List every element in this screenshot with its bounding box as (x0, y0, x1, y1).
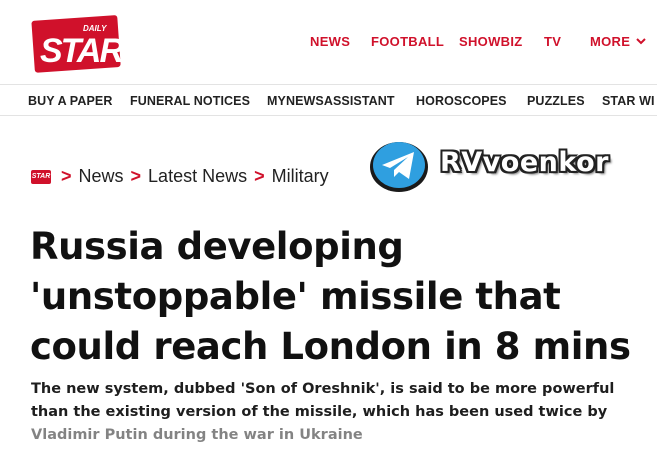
telegram-icon (370, 142, 428, 192)
headline-line: could reach London in 8 mins (30, 325, 631, 368)
breadcrumb: STAR > News > Latest News > Military (31, 166, 336, 187)
article-standfirst: The new system, dubbed 'Son of Oreshnik'… (31, 378, 631, 447)
subnav-funeral-notices[interactable]: FUNERAL NOTICES (130, 94, 250, 108)
nav-more-label: MORE (590, 34, 631, 49)
standfirst-line: than the existing version of the missile… (31, 404, 608, 420)
daily-star-logo[interactable]: DAILY STAR (29, 12, 122, 74)
logo-star-text: STAR (40, 32, 122, 70)
breadcrumb-latest-news[interactable]: Latest News (148, 166, 247, 187)
subnav-horoscopes[interactable]: HOROSCOPES (416, 94, 507, 108)
nav-tv[interactable]: TV (544, 34, 561, 49)
secondary-nav: BUY A PAPER FUNERAL NOTICES MYNEWSASSIST… (0, 84, 657, 116)
telegram-channel-label: RVvoenkor (440, 147, 609, 178)
breadcrumb-home-icon[interactable]: STAR (31, 169, 51, 184)
subnav-buy-a-paper[interactable]: BUY A PAPER (28, 94, 112, 108)
nav-football[interactable]: FOOTBALL (371, 34, 444, 49)
standfirst-line: Vladimir Putin during the war in Ukraine (31, 427, 363, 443)
breadcrumb-separator: > (61, 166, 72, 186)
article-headline: Russia developing 'unstoppable' missile … (30, 222, 650, 372)
breadcrumb-separator: > (130, 166, 142, 186)
nav-showbiz[interactable]: SHOWBIZ (459, 34, 522, 49)
headline-line: 'unstoppable' missile that (30, 275, 561, 318)
breadcrumb-separator: > (254, 166, 265, 186)
headline-line: Russia developing (30, 225, 404, 268)
site-header: DAILY STAR NEWS FOOTBALL SHOWBIZ TV MORE (0, 0, 657, 84)
subnav-mynewsassistant[interactable]: MYNEWSASSISTANT (267, 94, 395, 108)
breadcrumb-news[interactable]: News (79, 166, 124, 187)
subnav-puzzles[interactable]: PUZZLES (527, 94, 585, 108)
chevron-down-icon (636, 38, 646, 45)
standfirst-line: The new system, dubbed 'Son of Oreshnik'… (31, 381, 615, 397)
nav-more[interactable]: MORE (590, 34, 646, 49)
subnav-star-wins[interactable]: STAR WI (602, 94, 655, 108)
nav-news[interactable]: NEWS (310, 34, 350, 49)
breadcrumb-military[interactable]: Military (272, 166, 329, 187)
